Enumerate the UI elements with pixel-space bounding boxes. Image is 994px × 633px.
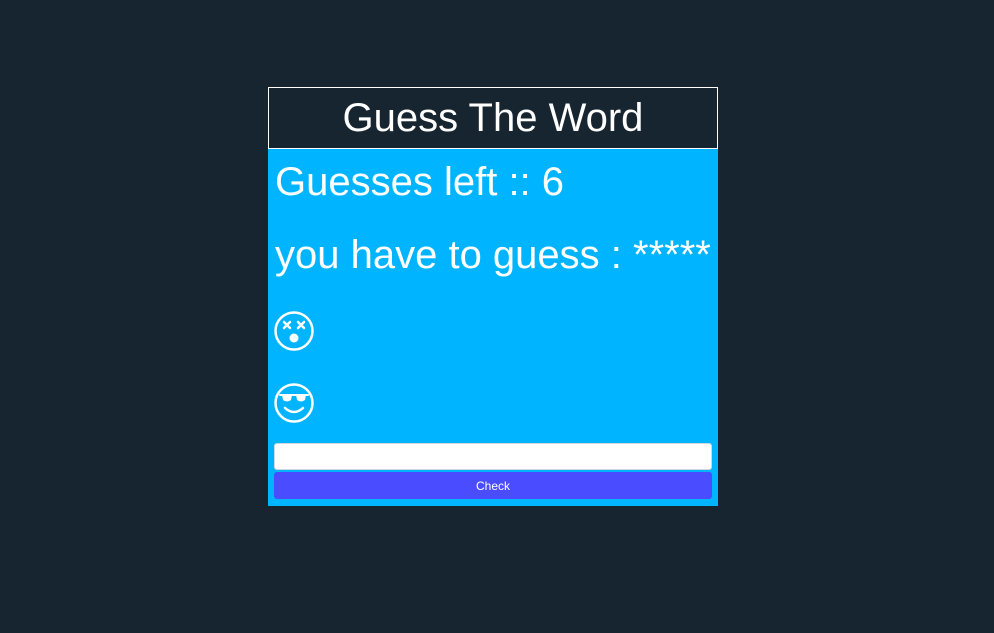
- check-button[interactable]: Check: [274, 472, 712, 499]
- word-to-guess-label: you have to guess :: [275, 233, 634, 277]
- dizzy-face-icon: [274, 311, 314, 351]
- game-panel: Guess The Word Guesses left :: 6 you hav…: [268, 87, 718, 506]
- game-title-bar: Guess The Word: [268, 87, 718, 149]
- guesses-left-count: 6: [541, 160, 565, 204]
- page-title: Guess The Word: [342, 96, 644, 140]
- guess-input[interactable]: [274, 443, 712, 470]
- masked-word: *****: [633, 233, 711, 277]
- guesses-left-label: Guesses left ::: [275, 160, 542, 204]
- word-to-guess-line: you have to guess : *****: [275, 235, 711, 275]
- sunglasses-face-icon: [274, 383, 314, 423]
- guesses-left-line: Guesses left :: 6: [275, 162, 564, 202]
